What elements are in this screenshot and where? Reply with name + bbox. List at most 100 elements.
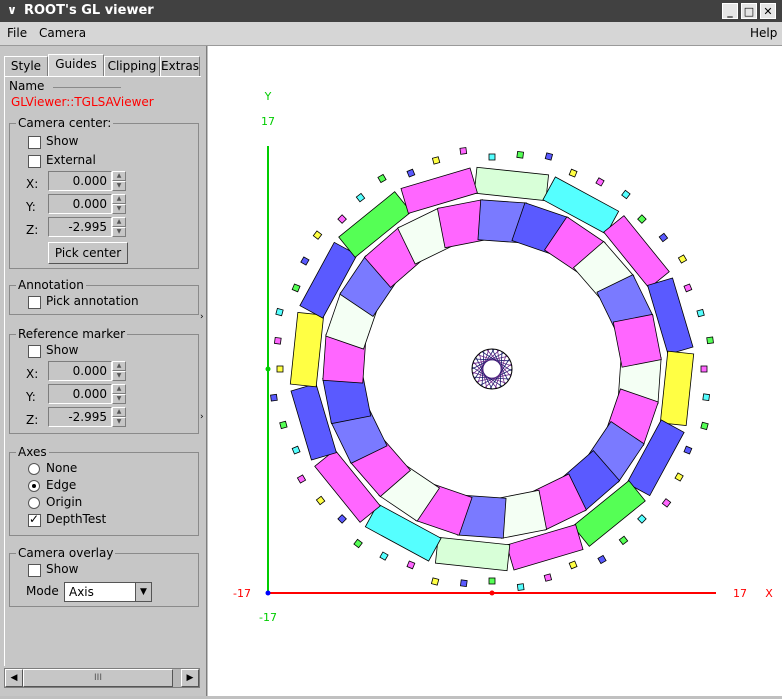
detector-module xyxy=(568,560,578,570)
detector-module xyxy=(700,421,709,431)
detector-module xyxy=(683,283,693,293)
menu-file[interactable]: File xyxy=(7,26,27,40)
detector-module xyxy=(430,577,440,586)
detector-module xyxy=(275,307,284,317)
reference-marker-show-label: Show xyxy=(46,343,79,357)
tab-extras[interactable]: Extras xyxy=(160,56,200,76)
detector-module xyxy=(353,538,363,549)
detector-module xyxy=(279,420,288,430)
name-label: Name xyxy=(9,79,45,93)
scrollbar-thumb[interactable]: III xyxy=(23,669,173,687)
camera-center-group: Camera center: Show External X: 0.000 ▲ ▼… xyxy=(9,116,199,269)
camera-center-x-label: X: xyxy=(26,177,39,191)
axes-none-radio[interactable] xyxy=(28,463,40,475)
detector-module xyxy=(661,498,672,508)
detector-module xyxy=(488,153,496,161)
chevron-down-icon[interactable]: ▼ xyxy=(135,583,151,601)
maximize-icon[interactable]: □ xyxy=(741,3,757,19)
axes-edge-label: Edge xyxy=(46,478,77,492)
detector-module xyxy=(544,152,554,161)
camera-overlay-mode-label: Mode xyxy=(26,584,59,598)
detector-module xyxy=(289,311,325,388)
tab-guides[interactable]: Guides xyxy=(48,54,104,76)
detector-module xyxy=(618,535,629,546)
axes-origin-radio[interactable] xyxy=(28,497,40,509)
detector-module xyxy=(637,214,647,224)
name-divider xyxy=(53,87,121,88)
detector-ring xyxy=(270,147,714,591)
depthtest-checkbox[interactable] xyxy=(28,512,41,527)
reference-marker-z-label: Z: xyxy=(26,413,39,427)
camera-center-x-spinner[interactable]: ▲ ▼ xyxy=(112,171,126,191)
x-axis-right-tick: 17 xyxy=(733,587,747,600)
splitter-arrow-icon[interactable]: › xyxy=(200,312,204,322)
camera-overlay-mode-value: Axis xyxy=(69,585,94,599)
axis-origin-marker xyxy=(265,590,271,596)
axes-edge-radio[interactable] xyxy=(28,480,40,492)
scroll-right-icon[interactable]: ▶ xyxy=(181,669,199,687)
detector-module xyxy=(696,308,705,318)
detector-module xyxy=(291,445,301,455)
annotation-group: Annotation Pick annotation xyxy=(9,278,199,315)
camera-center-show-checkbox[interactable] xyxy=(28,136,41,149)
detector-module xyxy=(621,189,631,200)
detector-module xyxy=(270,393,278,402)
detector-module xyxy=(379,551,389,561)
camera-center-y-field[interactable]: 0.000 xyxy=(48,194,112,214)
beam-pipe-core xyxy=(471,348,513,390)
reference-marker-x-spinner[interactable]: ▲ ▼ xyxy=(112,361,126,381)
horizontal-scrollbar[interactable]: ◀ III ▶ xyxy=(4,668,200,688)
detector-module xyxy=(473,166,550,202)
reference-marker-y-spinner[interactable]: ▲ ▼ xyxy=(112,384,126,404)
y-axis-bottom-tick: -17 xyxy=(259,611,277,624)
detector-module xyxy=(677,254,688,264)
detector-scene[interactable]: Y 17 -17 -17 17 X xyxy=(208,46,782,696)
detector-module xyxy=(700,365,708,373)
tab-style[interactable]: Style xyxy=(4,56,48,76)
menu-camera[interactable]: Camera xyxy=(39,26,86,40)
detector-module xyxy=(659,350,695,427)
x-axis-label: X xyxy=(765,587,773,600)
camera-overlay-title: Camera overlay xyxy=(16,546,116,560)
camera-center-z-spinner[interactable]: ▲ ▼ xyxy=(112,217,126,237)
axes-group: Axes None Edge Origin DepthTest xyxy=(9,445,199,536)
tab-bar: Style Guides Clipping Extras xyxy=(4,54,200,76)
camera-center-y-spinner[interactable]: ▲ ▼ xyxy=(112,194,126,214)
detector-module xyxy=(459,579,468,588)
detector-module xyxy=(674,472,684,482)
reference-marker-z-spinner[interactable]: ▲ ▼ xyxy=(112,407,126,427)
camera-center-external-checkbox[interactable] xyxy=(28,155,41,168)
menu-help[interactable]: Help xyxy=(750,26,777,40)
reference-marker-y-field[interactable]: 0.000 xyxy=(48,384,112,404)
camera-overlay-show-checkbox[interactable] xyxy=(28,564,41,577)
camera-center-y-label: Y: xyxy=(26,200,36,214)
guides-tab-body: Name GLViewer::TGLSAViewer Camera center… xyxy=(4,76,201,666)
detector-module xyxy=(543,573,553,582)
pick-center-button[interactable]: Pick center xyxy=(48,242,128,264)
reference-marker-x-field[interactable]: 0.000 xyxy=(48,361,112,381)
reference-marker-show-checkbox[interactable] xyxy=(28,345,41,358)
detector-module xyxy=(702,393,711,402)
minimize-icon[interactable]: _ xyxy=(722,3,738,19)
scroll-left-icon[interactable]: ◀ xyxy=(5,669,23,687)
close-icon[interactable]: ✕ xyxy=(760,3,776,19)
tab-clipping[interactable]: Clipping xyxy=(104,56,160,76)
reference-marker-z-field[interactable]: -2.995 xyxy=(48,407,112,427)
detector-module xyxy=(406,168,416,178)
camera-center-x-field[interactable]: 0.000 xyxy=(48,171,112,191)
reference-marker-x-label: X: xyxy=(26,367,39,381)
camera-center-external-label: External xyxy=(46,153,96,167)
camera-overlay-mode-select[interactable]: Axis ▼ xyxy=(64,582,152,602)
pick-annotation-checkbox[interactable] xyxy=(28,296,41,309)
detector-module xyxy=(431,156,441,165)
reference-marker-group: Reference marker Show X: 0.000 ▲ ▼ Y: 0.0… xyxy=(9,327,199,434)
camera-overlay-group: Camera overlay Show Mode Axis ▼ xyxy=(9,546,199,607)
detector-module xyxy=(488,577,496,585)
camera-center-z-field[interactable]: -2.995 xyxy=(48,217,112,237)
axes-title: Axes xyxy=(16,445,49,459)
axes-none-label: None xyxy=(46,461,78,475)
window-menu-icon[interactable]: ∨ xyxy=(4,2,20,18)
detector-module xyxy=(315,495,326,506)
splitter-arrow-icon[interactable]: › xyxy=(200,412,204,422)
gl-viewport[interactable]: Y 17 -17 -17 17 X xyxy=(208,46,782,696)
